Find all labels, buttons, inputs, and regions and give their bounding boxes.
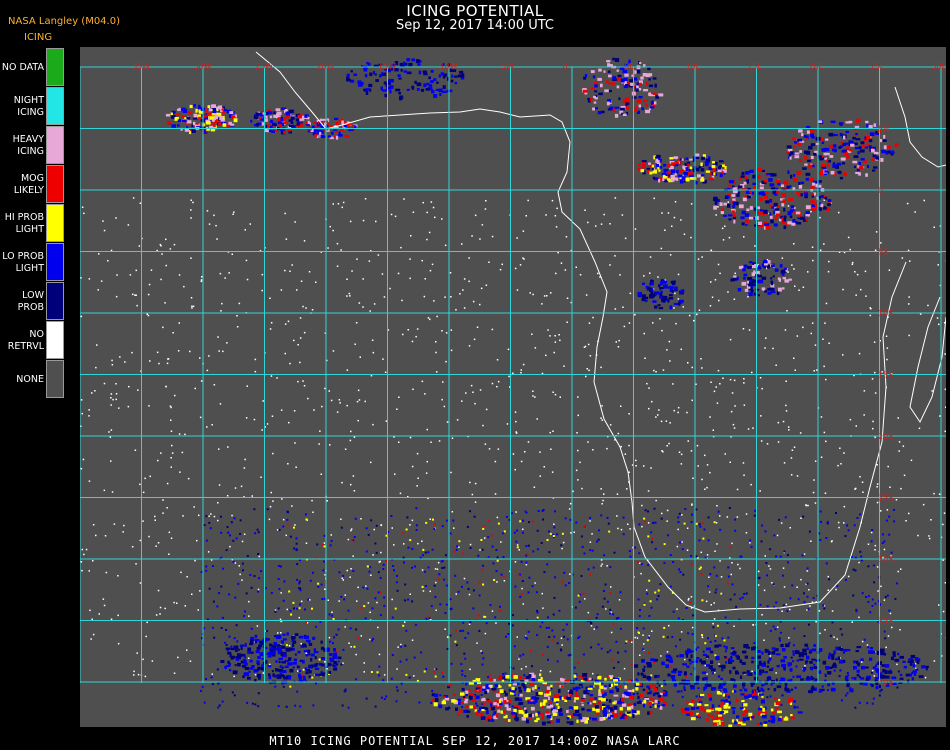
legend-swatch-white	[46, 321, 64, 359]
legend-item-heavy-icing: HEAVY ICING	[0, 126, 66, 165]
lat-label: 10S	[878, 309, 893, 318]
legend-item-mog-likely: MOG LIKELY	[0, 165, 66, 204]
legend-item-low-prob: LOW PROB	[0, 282, 66, 321]
lat-label: 5N	[878, 125, 889, 134]
legend-item-lo-prob-light: LO PROB LIGHT	[0, 243, 66, 282]
arabia-coastline	[894, 86, 946, 168]
legend-label: LOW PROB	[17, 289, 44, 313]
icing-pixels	[80, 57, 946, 727]
legend-swatch-red	[46, 165, 64, 203]
legend-swatch-yellow	[46, 204, 64, 242]
lon-label: 20W	[317, 62, 335, 71]
legend-label: HEAVY ICING	[12, 133, 44, 157]
lon-label: 10W	[440, 62, 458, 71]
icing-legend: NO DATA NIGHT ICING HEAVY ICING MOG LIKE…	[0, 48, 66, 401]
legend-item-hi-prob-light: HI PROB LIGHT	[0, 204, 66, 243]
lon-label: 25W	[255, 62, 273, 71]
lat-label: 30S	[878, 555, 893, 564]
legend-swatch-pink	[46, 126, 64, 164]
legend-swatch-cyan	[46, 87, 64, 125]
lon-label: 5W	[501, 62, 514, 71]
lon-label: 25E	[870, 62, 885, 71]
lat-label: 40S	[878, 678, 893, 687]
product-label: ICING	[24, 32, 53, 43]
lat-label: 35S	[878, 617, 893, 626]
lon-label: 15W	[378, 62, 396, 71]
legend-item-no-retrvl: NO RETRVL	[0, 321, 66, 360]
lat-label: 0	[878, 186, 883, 195]
map-timestamp: Sep 12, 2017 14:00 UTC	[395, 18, 555, 33]
lon-label: 30W	[194, 62, 212, 71]
legend-item-none: NONE	[0, 360, 66, 399]
legend-label: HI PROB LIGHT	[4, 211, 44, 235]
legend-item-no-data: NO DATA	[0, 48, 66, 87]
legend-label: NO RETRVL	[7, 328, 44, 352]
map-canvas: 35W 30W 25W 20W 15W 10W 5W 0 5E 10E 15E 20E 25E 30E 35…	[80, 51, 947, 727]
lat-label: 5S	[878, 248, 888, 257]
legend-swatch-green	[46, 48, 64, 86]
legend-item-night-icing: NIGHT ICING	[0, 87, 66, 126]
lon-label: 35W	[132, 62, 150, 71]
legend-label: MOG LIKELY	[13, 172, 44, 196]
legend-label: NIGHT ICING	[13, 94, 44, 118]
lat-label: 15S	[878, 371, 893, 380]
footer-caption: MT10 ICING POTENTIAL SEP 12, 2017 14:00Z…	[269, 734, 681, 748]
legend-label: NO DATA	[1, 61, 44, 73]
header: NASA Langley (M04.0) ICING ICING POTENTI…	[0, 0, 950, 45]
lon-label: 20E	[809, 62, 824, 71]
legend-swatch-gray	[46, 360, 64, 398]
lat-label: 25S	[878, 494, 893, 503]
lat-lon-grid	[80, 66, 946, 683]
lon-label: 0	[563, 62, 568, 71]
legend-label: NONE	[16, 373, 44, 385]
lon-label: 10E	[686, 62, 701, 71]
lon-label: 30E	[932, 62, 947, 71]
legend-swatch-navy	[46, 282, 64, 320]
legend-swatch-blue	[46, 243, 64, 281]
legend-label: LO PROB LIGHT	[2, 250, 44, 274]
lon-label: 15E	[747, 62, 762, 71]
icing-map[interactable]: 35W 30W 25W 20W 15W 10W 5W 0 5E 10E 15E 20E 25E 30E 35…	[80, 47, 946, 727]
lat-label: 20S	[878, 432, 893, 441]
lon-label: 5E	[624, 62, 634, 71]
